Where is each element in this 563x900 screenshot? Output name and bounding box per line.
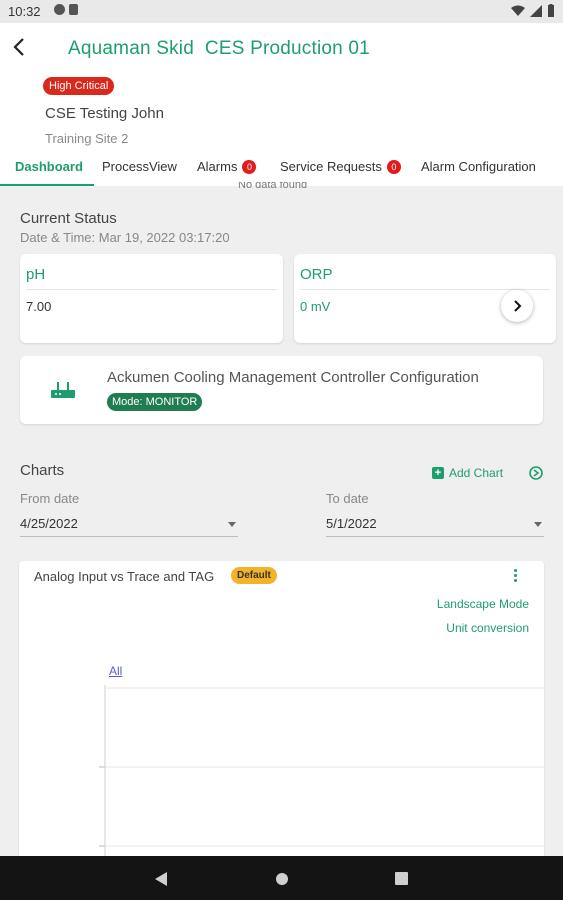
chart-plot-area (99, 685, 544, 861)
controller-title: Ackumen Cooling Management Controller Co… (107, 369, 479, 386)
to-date-label: To date (326, 491, 369, 506)
no-data-text: No data found (238, 182, 308, 191)
tab-label: Service Requests (280, 159, 382, 174)
controller-card[interactable]: Ackumen Cooling Management Controller Co… (20, 356, 543, 424)
default-badge: Default (231, 567, 277, 584)
severity-badge: High Critical (43, 77, 115, 95)
chart-card: Analog Input vs Trace and TAG Default La… (19, 561, 544, 861)
service-request-count-badge: 0 (386, 159, 401, 174)
system-nav-bar (0, 856, 563, 900)
tab-processview[interactable]: ProcessView (102, 159, 177, 174)
unit-conversion-link[interactable]: Unit conversion (446, 621, 529, 635)
next-card-button[interactable] (501, 290, 533, 322)
more-options-icon[interactable] (509, 567, 521, 585)
landscape-mode-link[interactable]: Landscape Mode (437, 597, 529, 611)
tab-service-requests[interactable]: Service Requests 0 (280, 159, 401, 174)
tab-alarms[interactable]: Alarms 0 (197, 159, 257, 174)
tab-label: Alarms (197, 159, 238, 174)
tab-label: Alarm Configuration (421, 159, 536, 174)
to-date-field[interactable]: 5/1/2022 (326, 512, 544, 537)
add-icon: + (432, 467, 444, 479)
chart-title: Analog Input vs Trace and TAG (34, 569, 215, 584)
ph-card[interactable]: pH 7.00 (20, 254, 283, 343)
refresh-icon[interactable] (528, 465, 544, 481)
back-arrow-icon[interactable] (8, 35, 32, 59)
legend-all[interactable]: All (109, 664, 122, 678)
alarm-count-badge: 0 (242, 159, 257, 174)
router-icon (51, 382, 75, 398)
add-chart-button[interactable]: + Add Chart (432, 466, 503, 480)
tab-alarm-configuration[interactable]: Alarm Configuration (421, 159, 536, 174)
card-divider (26, 289, 277, 290)
mode-badge: Mode: MONITOR (107, 393, 203, 411)
signal-icon (530, 4, 542, 17)
notification-icon (54, 4, 65, 15)
charts-title: Charts (20, 462, 65, 479)
from-date-label: From date (20, 491, 80, 506)
sim-card-icon (69, 4, 78, 15)
status-bar: 10:32 (0, 0, 563, 23)
to-date-value: 5/1/2022 (326, 516, 377, 531)
status-time: 10:32 (8, 4, 41, 19)
site-name: Training Site 2 (45, 131, 129, 146)
page-title: Aquaman Skid CES Production 01 (68, 38, 370, 59)
dropdown-arrow-icon (534, 522, 542, 527)
from-date-value: 4/25/2022 (20, 516, 78, 531)
card-value: 7.00 (26, 299, 52, 314)
card-title: ORP (300, 266, 333, 283)
tab-dashboard[interactable]: Dashboard (15, 159, 83, 174)
app-header: Aquaman Skid CES Production 01 High Crit… (0, 23, 563, 186)
status-datetime: Date & Time: Mar 19, 2022 03:17:20 (20, 230, 230, 245)
chevron-right-icon (514, 300, 522, 312)
nav-recents-icon[interactable] (395, 872, 408, 885)
battery-icon (548, 4, 554, 17)
add-chart-label: Add Chart (449, 466, 504, 480)
card-title: pH (26, 266, 46, 283)
current-status-title: Current Status (20, 210, 117, 227)
nav-back-icon[interactable] (154, 871, 168, 887)
nav-home-icon[interactable] (275, 872, 289, 886)
active-tab-indicator (0, 184, 94, 186)
user-name: CSE Testing John (45, 105, 164, 122)
card-value: 0 mV (300, 299, 331, 314)
wifi-icon (511, 5, 525, 16)
tab-label: ProcessView (102, 159, 177, 174)
tab-label: Dashboard (15, 159, 83, 174)
from-date-field[interactable]: 4/25/2022 (20, 512, 238, 537)
dropdown-arrow-icon (228, 522, 236, 527)
